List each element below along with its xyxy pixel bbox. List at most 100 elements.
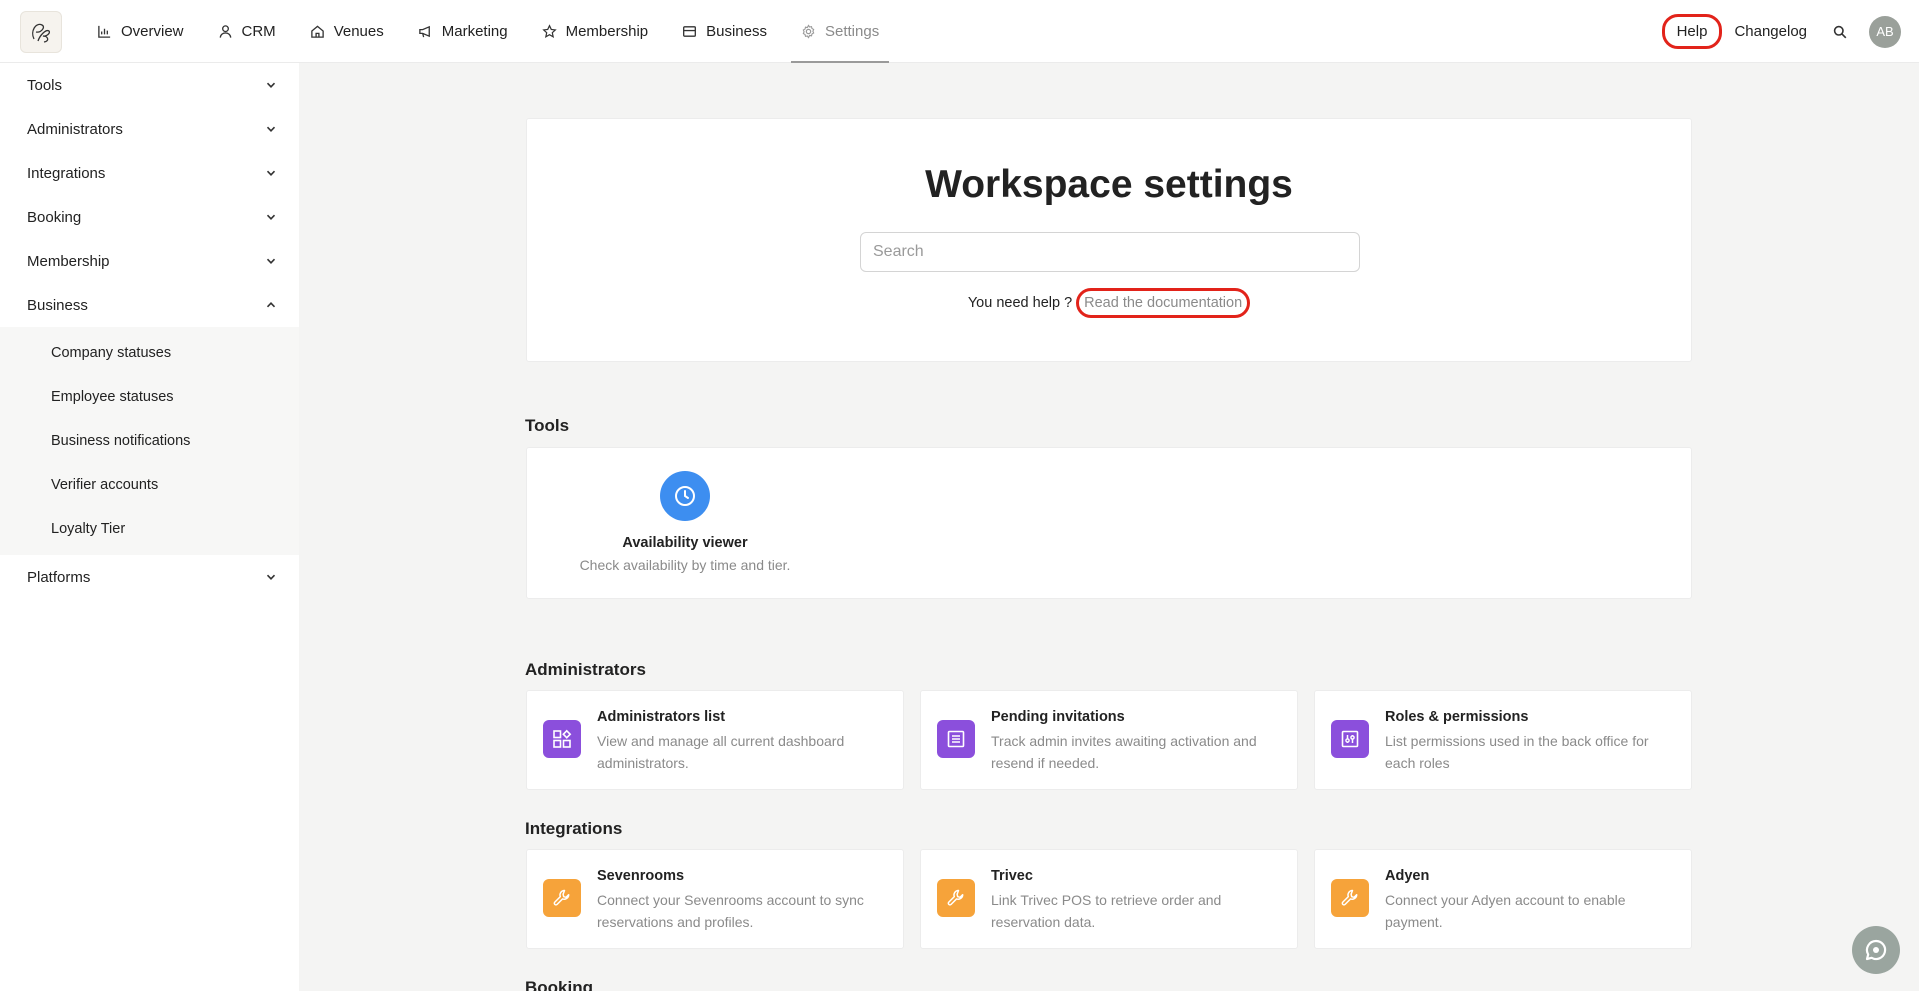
nav-membership[interactable]: Membership	[532, 0, 659, 63]
settings-sidebar: Tools Administrators Integrations Bookin…	[0, 63, 299, 991]
sidebar-item-administrators[interactable]: Administrators	[0, 107, 299, 151]
gear-icon	[802, 24, 815, 39]
nav-settings[interactable]: Settings	[791, 0, 890, 63]
help-line: You need help ? Read the documentation	[527, 288, 1691, 318]
main-content: Workspace settings You need help ? Read …	[299, 63, 1919, 991]
list-icon	[937, 720, 975, 758]
nav-label: Overview	[121, 23, 184, 40]
chevron-down-icon	[266, 214, 276, 220]
sidebar-subitem-verifier-accounts[interactable]: Verifier accounts	[0, 463, 299, 507]
sidebar-subitem-employee-statuses[interactable]: Employee statuses	[0, 375, 299, 419]
section-title-booking: Booking	[525, 978, 593, 991]
card-title: Adyen	[1385, 868, 1430, 884]
nav-label: Venues	[333, 23, 384, 40]
availability-viewer-tool[interactable]: Availability viewer Check availability b…	[567, 471, 803, 573]
chevron-down-icon	[266, 574, 276, 580]
nav-marketing[interactable]: Marketing	[408, 0, 518, 63]
section-title-tools: Tools	[525, 416, 570, 435]
tool-title: Availability viewer	[622, 535, 748, 551]
grid-icon	[543, 720, 581, 758]
chevron-up-icon	[266, 302, 276, 308]
sidebar-item-integrations[interactable]: Integrations	[0, 151, 299, 195]
clock-icon	[660, 471, 710, 521]
card-administrators-list[interactable]: Administrators list View and manage all …	[526, 690, 904, 790]
sidebar-subitem-loyalty-tier[interactable]: Loyalty Tier	[0, 507, 299, 551]
sidebar-item-label: Administrators	[27, 120, 123, 138]
help-text: You need help ?	[967, 295, 1073, 311]
card-title: Administrators list	[597, 709, 726, 725]
card-description: Link Trivec POS to retrieve order and re…	[991, 892, 1222, 930]
card-adyen[interactable]: Adyen Connect your Adyen account to enab…	[1314, 849, 1692, 949]
card-description: List permissions used in the back office…	[1385, 733, 1649, 771]
search-input[interactable]	[860, 232, 1360, 272]
sidebar-item-booking[interactable]: Booking	[0, 195, 299, 239]
chat-icon	[1865, 939, 1887, 961]
sidebar-item-label: Business	[27, 296, 88, 314]
nav-label: Business	[706, 23, 767, 40]
nav-crm[interactable]: CRM	[208, 0, 286, 63]
card-title: Roles & permissions	[1385, 709, 1529, 725]
wrench-icon	[1331, 879, 1369, 917]
nav-label: Marketing	[441, 23, 508, 40]
chevron-down-icon	[266, 126, 276, 132]
card-roles-permissions[interactable]: Roles & permissions List permissions use…	[1314, 690, 1692, 790]
business-submenu: Company statuses Employee statuses Busin…	[0, 327, 299, 555]
page-title: Workspace settings	[925, 163, 1293, 206]
changelog-link[interactable]: Changelog	[1734, 23, 1807, 40]
chevron-down-icon	[266, 82, 276, 88]
sidebar-item-label: Integrations	[27, 164, 106, 182]
megaphone-icon	[418, 25, 430, 38]
section-title-administrators: Administrators	[525, 660, 646, 679]
user-icon	[219, 25, 231, 38]
main-nav: Overview CRM Venues Marketing Membership…	[87, 0, 903, 63]
star-icon	[541, 24, 557, 38]
section-title-integrations: Integrations	[525, 819, 623, 838]
card-description: Connect your Adyen account to enable pay…	[1385, 892, 1626, 930]
card-sevenrooms[interactable]: Sevenrooms Connect your Sevenrooms accou…	[526, 849, 904, 949]
sidebar-item-platforms[interactable]: Platforms	[0, 555, 299, 599]
home-icon	[310, 25, 324, 38]
chevron-down-icon	[266, 258, 276, 264]
sidebar-subitem-company-statuses[interactable]: Company statuses	[0, 331, 299, 375]
card-description: Connect your Sevenrooms account to sync …	[597, 892, 864, 930]
card-description: View and manage all current dashboard ad…	[597, 733, 845, 771]
card-trivec[interactable]: Trivec Link Trivec POS to retrieve order…	[920, 849, 1298, 949]
sidebar-item-label: Tools	[27, 76, 63, 94]
app-logo[interactable]	[20, 11, 62, 53]
nav-label: Membership	[565, 23, 649, 40]
search-button[interactable]	[1833, 23, 1851, 41]
documentation-link[interactable]: Read the documentation	[1076, 288, 1251, 318]
top-right-actions: Help Changelog AB	[1661, 0, 1901, 63]
search-icon	[1833, 25, 1847, 38]
workspace-settings-header: Workspace settings You need help ? Read …	[526, 118, 1692, 362]
tools-card: Availability viewer Check availability b…	[526, 447, 1692, 599]
nav-label: CRM	[241, 23, 276, 40]
avatar[interactable]: AB	[1869, 15, 1901, 48]
card-title: Pending invitations	[991, 709, 1125, 725]
briefcase-icon	[683, 26, 697, 37]
card-title: Trivec	[991, 868, 1033, 884]
sidebar-item-label: Platforms	[27, 568, 91, 586]
chart-icon	[98, 25, 111, 38]
nav-overview[interactable]: Overview	[87, 0, 194, 63]
top-navigation-bar: Overview CRM Venues Marketing Membership…	[0, 0, 1919, 63]
nav-venues[interactable]: Venues	[300, 0, 394, 63]
nav-business[interactable]: Business	[672, 0, 777, 63]
help-link[interactable]: Help	[1661, 14, 1723, 49]
sidebar-item-label: Membership	[27, 252, 110, 270]
card-description: Track admin invites awaiting activation …	[991, 733, 1257, 771]
card-title: Sevenrooms	[597, 868, 685, 884]
card-pending-invitations[interactable]: Pending invitations Track admin invites …	[920, 690, 1298, 790]
sidebar-item-tools[interactable]: Tools	[0, 63, 299, 107]
sidebar-item-membership[interactable]: Membership	[0, 239, 299, 283]
chevron-down-icon	[266, 170, 276, 176]
tool-description: Check availability by time and tier.	[579, 557, 791, 573]
sliders-icon	[1331, 720, 1369, 758]
wrench-icon	[543, 879, 581, 917]
chat-support-button[interactable]	[1852, 926, 1900, 974]
sidebar-item-business[interactable]: Business	[0, 283, 299, 327]
wrench-icon	[937, 879, 975, 917]
sidebar-subitem-business-notifications[interactable]: Business notifications	[0, 419, 299, 463]
logo-icon	[32, 23, 51, 43]
nav-label: Settings	[825, 23, 880, 40]
